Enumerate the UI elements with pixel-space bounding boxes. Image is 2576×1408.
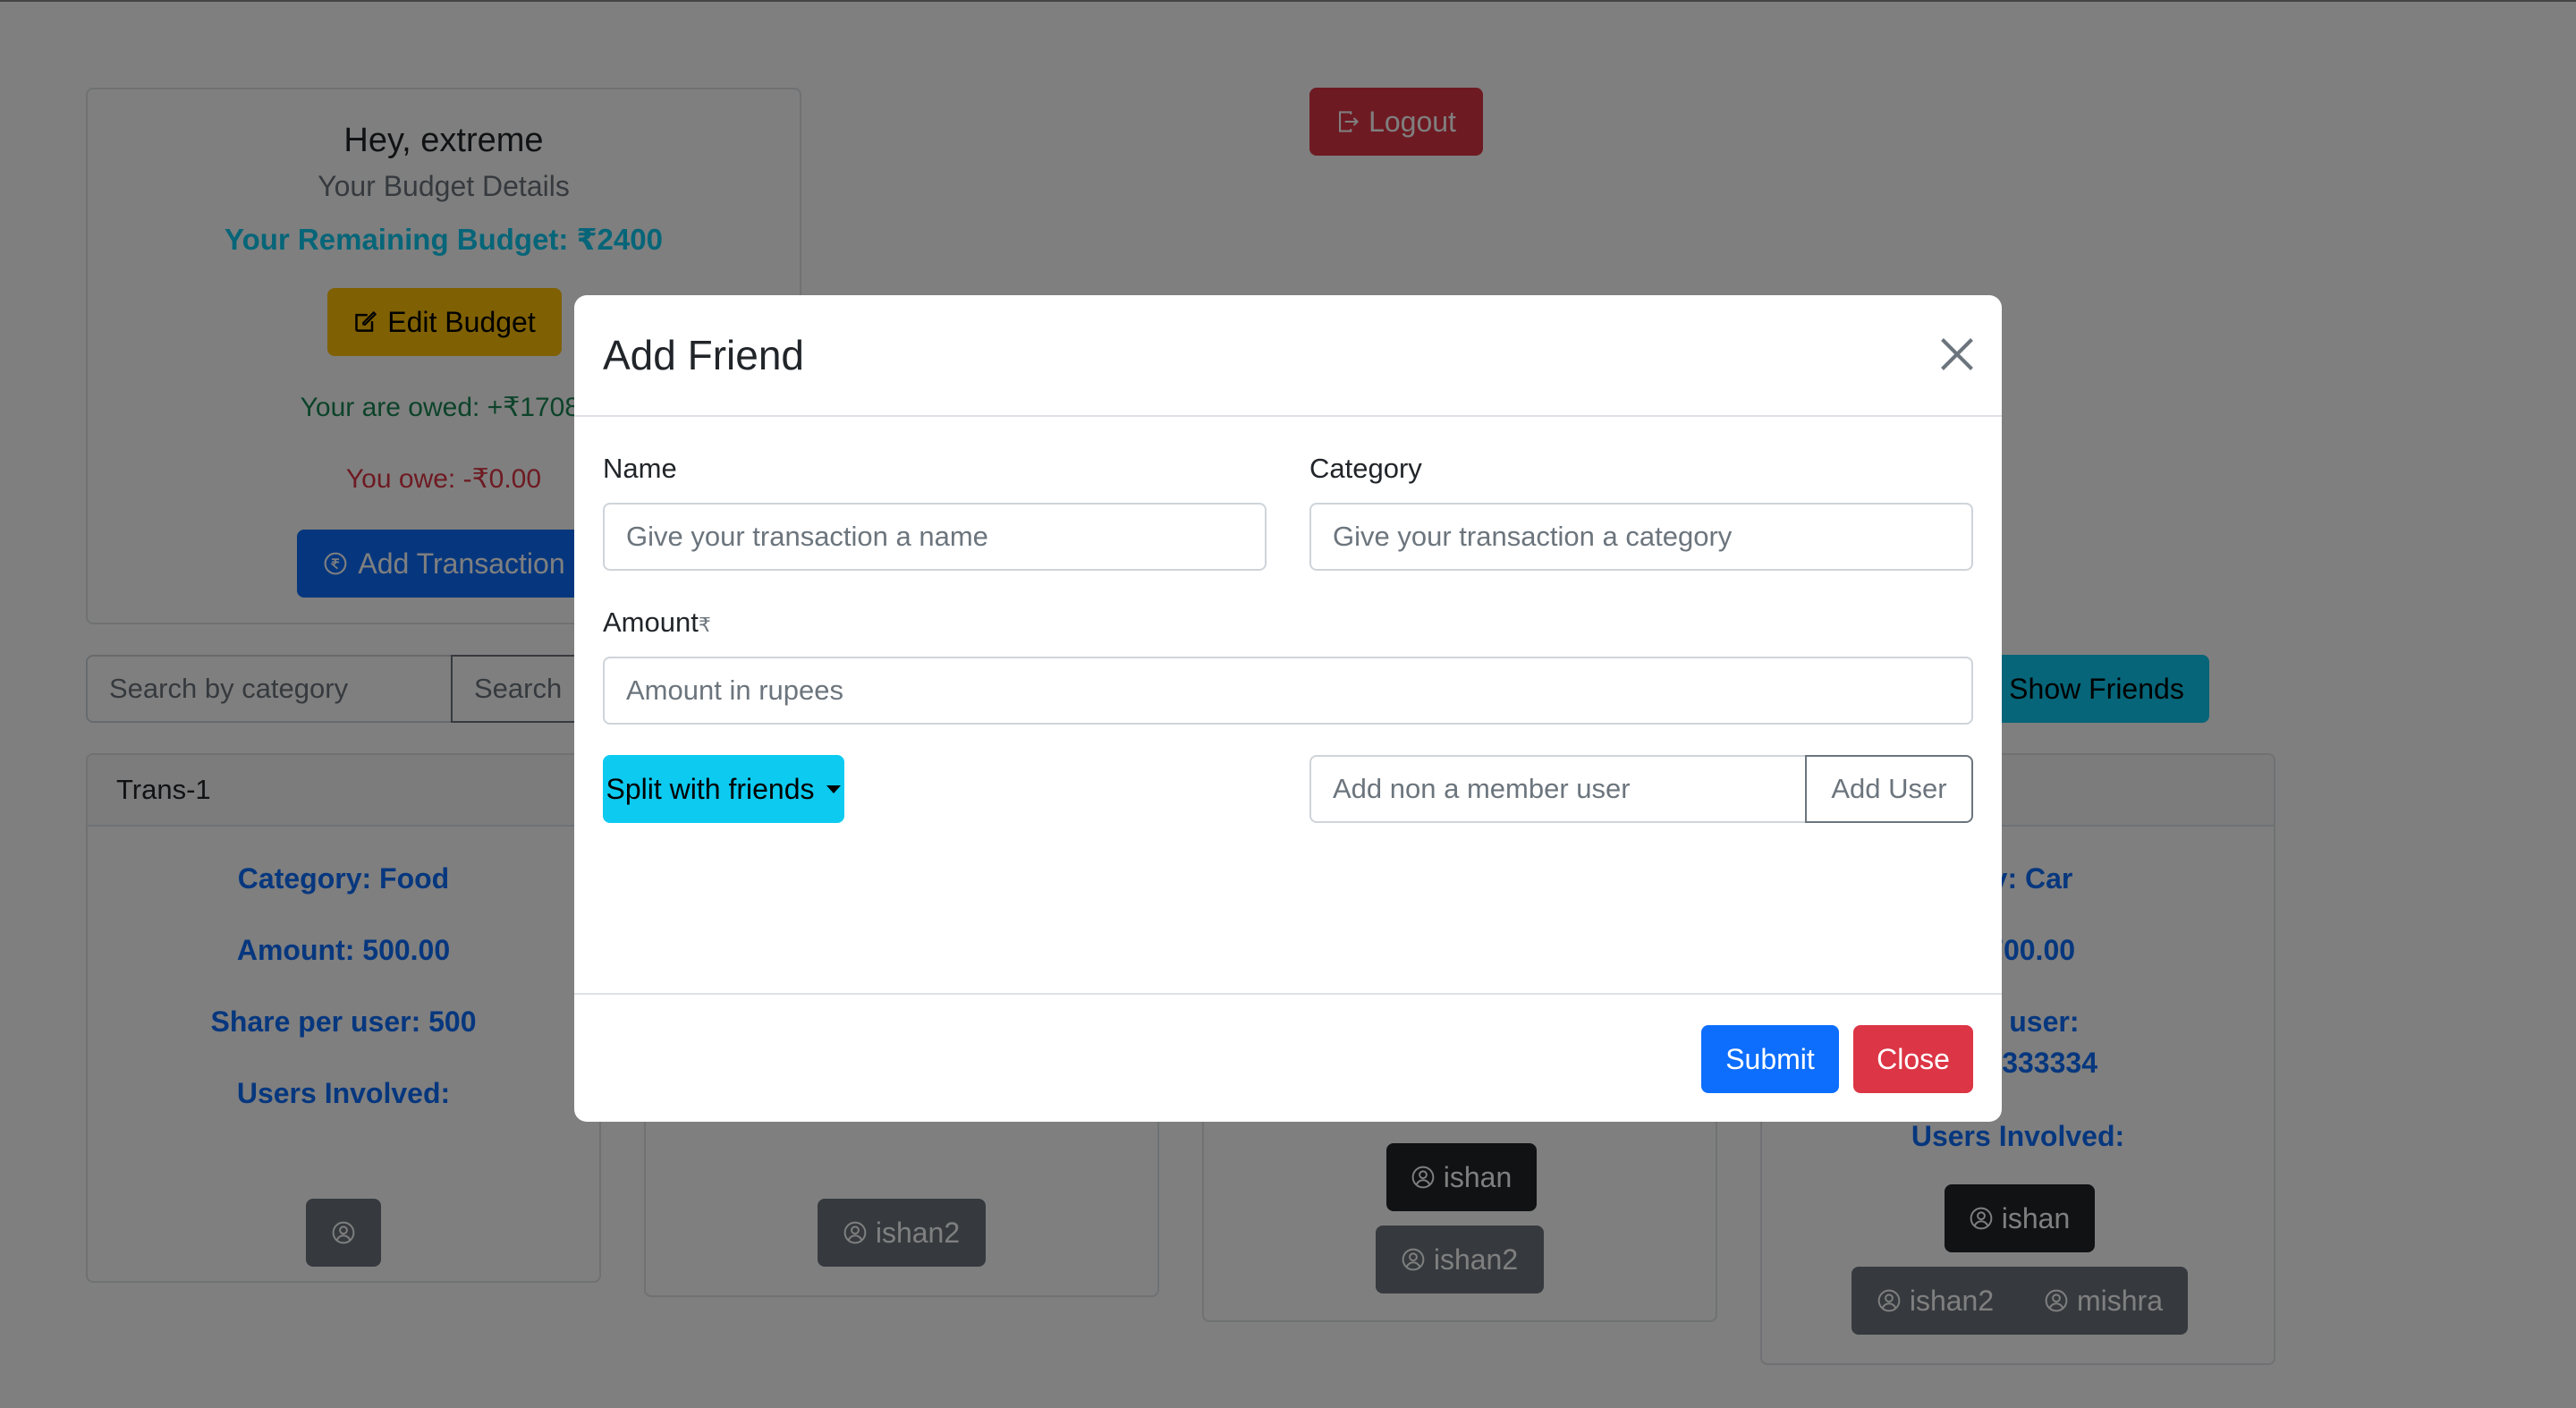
split-label: Split with friends <box>606 772 815 805</box>
amount-input[interactable]: Amount in rupees <box>603 657 1973 725</box>
name-input[interactable]: Give your transaction a name <box>603 503 1267 571</box>
caret-down-icon <box>826 785 842 793</box>
add-user-button[interactable]: Add User <box>1805 755 1973 823</box>
rupee-symbol: ₹ <box>698 614 711 636</box>
modal-footer: Submit Close <box>574 993 2002 1122</box>
submit-button[interactable]: Submit <box>1701 1025 1839 1093</box>
category-input[interactable]: Give your transaction a category <box>1309 503 1973 571</box>
add-friend-modal: Add Friend Name Give your transaction a … <box>574 295 2002 1122</box>
nonmember-user-input[interactable]: Add non a member user <box>1309 755 1807 823</box>
split-with-friends-dropdown[interactable]: Split with friends <box>603 755 844 823</box>
close-button[interactable]: Close <box>1853 1025 1973 1093</box>
amount-label: Amount₹ <box>603 606 711 639</box>
modal-title: Add Friend <box>603 332 805 378</box>
close-icon[interactable] <box>1937 335 1977 374</box>
top-divider <box>0 0 2576 2</box>
modal-header: Add Friend <box>574 295 2002 417</box>
name-label: Name <box>603 453 677 484</box>
category-label: Category <box>1309 453 1422 484</box>
amount-label-text: Amount <box>603 606 699 638</box>
